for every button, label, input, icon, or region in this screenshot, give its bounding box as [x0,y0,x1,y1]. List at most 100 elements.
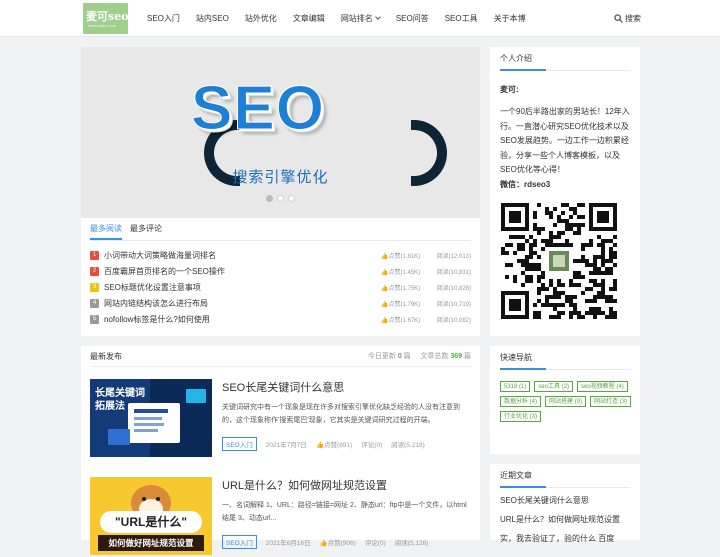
about-wechat: 微信：rdseo3 [500,180,551,189]
rank-number: 3 [90,282,99,292]
top-header: 麦可seo www.rdseo.com SEO入门 站内SEO 站外优化 文章编… [0,0,720,37]
tag-chip[interactable]: 网站打造 (3) [590,396,632,407]
post-likes[interactable]: 👍点赞(906) [320,537,356,547]
ranking-row[interactable]: 4 网站内链结构该怎么进行布局 👍点赞(1.79K) 阅读(10,719) [90,295,471,311]
recent-title: 近期文章 [500,464,630,488]
about-bio: 一个90后半路出家的男站长！12年入行。一直潜心研究SEO优化技术以及SEO发展… [500,107,630,174]
rank-reads: 阅读(12,013) [436,253,471,260]
post-reads: 阅读(5,218) [391,442,425,449]
recent-item[interactable]: 实，我去验证了，验的什么 百度 [500,533,635,544]
post-item[interactable]: "URL是什么" 如何做好网址规范设置 URL是什么？如何做网址规范设置 一、名… [90,477,471,557]
rank-number: 5 [90,314,99,324]
post-likes[interactable]: 👍点赞(891) [316,439,352,449]
about-name: 麦可: [500,85,519,94]
rank-number: 4 [90,298,99,308]
rank-title[interactable]: 百度霸屏首页排名的一个SEO操作 [104,266,381,277]
rank-reads: 阅读(10,831) [436,269,471,276]
tag-chip[interactable]: 网站搭建 (9) [545,396,587,407]
ranking-row[interactable]: 5 nofollow标签是什么?如何使用 👍点赞(1.67K) 阅读(10,082) [90,311,471,327]
tag-chip[interactable]: 行业优化 (3) [500,411,542,422]
post-thumbnail[interactable]: 长尾关键词 拓展法 [90,379,212,457]
rank-reads: 阅读(10,719) [436,301,471,308]
rank-title[interactable]: nofollow标签是什么?如何使用 [104,314,381,325]
ranking-row[interactable]: 1 小词带动大词策略做海量词排名 👍点赞(1.81K) 阅读(12,013) [90,247,471,263]
rank-title[interactable]: SEO标题优化设置注意事项 [104,282,381,293]
thumb-title-2: 如何做好网址规范设置 [108,538,194,548]
post-title[interactable]: SEO长尾关键词什么意思 [222,379,344,395]
thumb-title-1: "URL是什么" [114,515,188,529]
latest-panel: 最新发布 今日更新 0 篇 文章总数 369 篇 长尾关键词 拓展法 SEO长尾… [81,346,480,555]
tag-chip[interactable]: 数据分析 (4) [500,396,542,407]
banner-subtitle: 搜索引擎优化 [232,169,329,186]
logo-subtext: www.rdseo.com [88,23,117,28]
ranking-row[interactable]: 2 百度霸屏首页排名的一个SEO操作 👍点赞(1.45K) 阅读(10,831) [90,263,471,279]
rank-title[interactable]: 小词带动大词策略做海量词排名 [104,250,381,261]
thumbs-up-icon: 👍 [315,442,325,449]
nav-seo-tools[interactable]: SEO工具 [437,0,486,37]
post-thumbnail[interactable]: "URL是什么" 如何做好网址规范设置 [90,477,212,555]
slider-dots [81,195,480,202]
latest-stats: 今日更新 0 篇 文章总数 369 篇 [367,353,471,360]
post-meta: SEO入门 2021年6月16日 👍点赞(906) 评论(0) 阅读(5,126… [222,535,428,549]
rank-likes: 👍点赞(1.67K) [381,317,421,324]
tag-chip[interactable]: 5318 (1) [500,381,531,392]
rank-title[interactable]: 网站内链结构该怎么进行布局 [104,298,381,309]
tab-most-read[interactable]: 最多阅读 [90,218,122,240]
about-widget: 个人介绍 麦可: 一个90后半路出家的男站长！12年入行。一直潜心研究SEO优化… [490,47,640,336]
thumb-title-2: 拓展法 [95,401,125,412]
nav-seo-qa[interactable]: SEO问答 [388,0,437,37]
main-nav: SEO入门 站内SEO 站外优化 文章编辑 网站排名 SEO问答 SEO工具 关… [139,0,534,37]
nav-about[interactable]: 关于本博 [486,0,534,37]
rank-reads: 阅读(10,828) [436,285,471,292]
thumbs-up-icon: 👍 [319,540,328,547]
recent-item[interactable]: URL是什么？如何做网址规范设置 [500,514,635,525]
post-reads: 阅读(5,126) [394,540,429,547]
about-title: 个人介绍 [500,47,630,71]
nav-seo-intro[interactable]: SEO入门 [139,0,188,37]
post-comments: 评论(0) [361,442,383,449]
search-button[interactable]: 搜索 [614,13,641,24]
post-excerpt: 一、名词解释 1、URL：路径=链接=网址 2、静态url：ftp中是一个文件，… [222,502,467,522]
post-category[interactable]: SEO入门 [222,437,257,451]
rank-likes: 👍点赞(1.79K) [381,301,421,308]
search-icon [614,14,623,23]
tags-title: 快速导航 [500,346,630,370]
tab-most-comments[interactable]: 最多评论 [130,218,162,240]
slider-dot[interactable] [277,195,284,202]
rank-likes: 👍点赞(1.81K) [381,253,421,260]
logo-text: 麦可seo [86,10,128,23]
tags-widget: 快速导航 5318 (1) seo工具 (2) seo视频教程 (4) 数据分析 (4… [490,346,640,454]
wechat-qr-code [501,203,617,319]
rank-number: 1 [90,250,99,260]
tabs-divider [90,240,471,241]
banner-slider[interactable]: SEO 搜索引擎优化 [81,47,480,218]
nav-offsite[interactable]: 站外优化 [237,0,285,37]
tag-chip[interactable]: seo视频教程 (4) [577,381,628,392]
post-item[interactable]: 长尾关键词 拓展法 SEO长尾关键词什么意思 关键词研究中有一个现象是现在许多对… [90,379,471,459]
banner-headline: SEO [191,74,325,144]
latest-header: 最新发布 今日更新 0 篇 文章总数 369 篇 [90,346,471,367]
site-logo[interactable]: 麦可seo www.rdseo.com [83,3,128,34]
nav-article-edit[interactable]: 文章编辑 [285,0,333,37]
nav-onsite-seo[interactable]: 站内SEO [188,0,237,37]
rank-likes: 👍点赞(1.45K) [381,269,421,276]
nav-site-ranking[interactable]: 网站排名 [333,0,388,37]
slider-dot[interactable] [288,195,295,202]
recent-item[interactable]: SEO长尾关键词什么意思 [500,495,635,506]
post-excerpt: 关键词研究中有一个现象是现在许多对搜索引擎优化缺乏经验的人没有注意到的，这个现象… [222,404,460,424]
tag-cloud: 5318 (1) seo工具 (2) seo视频教程 (4) 数据分析 (4) 网站搭建… [500,381,635,422]
rank-reads: 阅读(10,082) [436,317,471,324]
post-date: 2021年6月16日 [265,540,311,547]
post-meta: SEO入门 2021年7月7日 👍点赞(891) 评论(0) 阅读(5,218) [222,437,425,451]
recent-widget: 近期文章 SEO长尾关键词什么意思 URL是什么？如何做网址规范设置 实，我去验… [490,464,640,543]
slider-dot[interactable] [266,195,273,202]
ranking-panel: 最多阅读 最多评论 1 小词带动大词策略做海量词排名 👍点赞(1.81K) 阅读(12… [81,218,480,336]
post-title[interactable]: URL是什么？如何做网址规范设置 [222,477,387,493]
ranking-tabs: 最多阅读 最多评论 [90,218,162,240]
post-comments: 评论(0) [364,540,386,547]
ranking-row[interactable]: 3 SEO标题优化设置注意事项 👍点赞(1.75K) 阅读(10,828) [90,279,471,295]
post-category[interactable]: SEO入门 [222,535,257,549]
latest-title: 最新发布 [90,352,122,361]
post-date: 2021年7月7日 [265,442,307,449]
tag-chip[interactable]: seo工具 (2) [534,381,574,392]
